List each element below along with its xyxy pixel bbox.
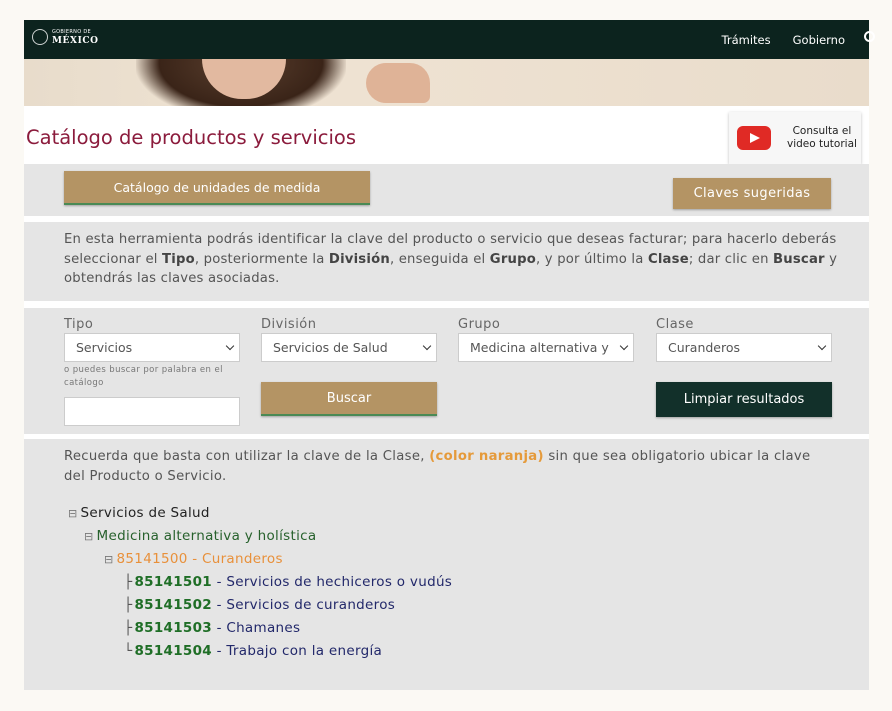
collapse-icon[interactable]: ⊟ bbox=[68, 507, 78, 520]
filters-band: Tipo Servicios División Servicios de Sal… bbox=[24, 308, 869, 434]
chevron-down-icon bbox=[225, 341, 235, 351]
action-buttons-band: Catálogo de unidades de medida Claves su… bbox=[24, 164, 869, 216]
chevron-down-icon bbox=[817, 341, 827, 351]
suggested-keys-button[interactable]: Claves sugeridas bbox=[673, 178, 831, 209]
results-band: Recuerda que basta con utilizar la clave… bbox=[24, 439, 869, 690]
top-navbar: GOBIERNO DE MÉXICO Trámites Gobierno bbox=[24, 20, 875, 59]
gobierno-logo[interactable]: GOBIERNO DE MÉXICO bbox=[32, 28, 99, 46]
division-label: División bbox=[261, 317, 317, 332]
instructions-band: En esta herramienta podrás identificar l… bbox=[24, 222, 869, 301]
tipo-label: Tipo bbox=[64, 317, 94, 332]
tree-branch-icon: ├ bbox=[124, 620, 133, 636]
instructions-text: En esta herramienta podrás identificar l… bbox=[64, 232, 838, 286]
tree-product-item[interactable]: └ 85141504 - Trabajo con la energía bbox=[124, 643, 382, 659]
banner-photo-hand bbox=[366, 63, 430, 103]
tree-branch-icon: └ bbox=[124, 643, 133, 659]
collapse-icon[interactable]: ⊟ bbox=[104, 553, 114, 566]
search-icon[interactable] bbox=[864, 31, 875, 42]
seal-icon bbox=[32, 29, 48, 45]
tree-product-item[interactable]: ├ 85141502 - Servicios de curanderos bbox=[124, 597, 395, 613]
tipo-select[interactable]: Servicios bbox=[64, 333, 240, 362]
nav-link-tramites[interactable]: Trámites bbox=[722, 33, 771, 47]
units-catalog-button[interactable]: Catálogo de unidades de medida bbox=[64, 171, 370, 205]
keyword-search-hint: o puedes buscar por palabra en el catálo… bbox=[64, 365, 223, 388]
clase-label: Clase bbox=[656, 317, 694, 332]
grupo-label: Grupo bbox=[458, 317, 501, 332]
nav-links: Trámites Gobierno bbox=[722, 20, 845, 59]
keyword-search-input[interactable] bbox=[64, 397, 240, 426]
tree-branch-icon: ├ bbox=[124, 597, 133, 613]
tree-division-node[interactable]: ⊟ Servicios de Salud bbox=[68, 505, 210, 521]
title-row: Catálogo de productos y servicios Consul… bbox=[24, 106, 869, 164]
collapse-icon[interactable]: ⊟ bbox=[84, 530, 94, 543]
orange-highlight: (color naranja) bbox=[429, 449, 544, 464]
tree-product-item[interactable]: ├ 85141501 - Servicios de hechiceros o vu… bbox=[124, 574, 452, 590]
logo-big-text: MÉXICO bbox=[52, 36, 99, 46]
tree-branch-icon: ├ bbox=[124, 574, 133, 590]
search-button[interactable]: Buscar bbox=[261, 382, 437, 416]
grupo-select[interactable]: Medicina alternativa y bbox=[458, 333, 634, 362]
page-title: Catálogo de productos y servicios bbox=[26, 126, 356, 149]
clase-select[interactable]: Curanderos bbox=[656, 333, 832, 362]
video-tutorial-link[interactable]: Consulta el video tutorial bbox=[729, 112, 861, 164]
tree-product-item[interactable]: ├ 85141503 - Chamanes bbox=[124, 620, 300, 636]
tree-clase-node[interactable]: ⊟ 85141500 - Curanderos bbox=[104, 551, 283, 567]
division-select[interactable]: Servicios de Salud bbox=[261, 333, 437, 362]
youtube-play-icon bbox=[737, 126, 771, 150]
chevron-down-icon bbox=[619, 341, 629, 351]
results-note: Recuerda que basta con utilizar la clave… bbox=[64, 449, 811, 484]
page-shell: GOBIERNO DE MÉXICO Trámites Gobierno Cat… bbox=[24, 20, 875, 690]
tutorial-line-1: Consulta el bbox=[792, 125, 852, 137]
chevron-down-icon bbox=[422, 341, 432, 351]
tree-grupo-node[interactable]: ⊟ Medicina alternativa y holística bbox=[84, 528, 316, 544]
hero-banner bbox=[24, 59, 869, 106]
tutorial-line-2: video tutorial bbox=[787, 138, 857, 150]
clear-results-button[interactable]: Limpiar resultados bbox=[656, 382, 832, 417]
nav-link-gobierno[interactable]: Gobierno bbox=[793, 33, 845, 47]
